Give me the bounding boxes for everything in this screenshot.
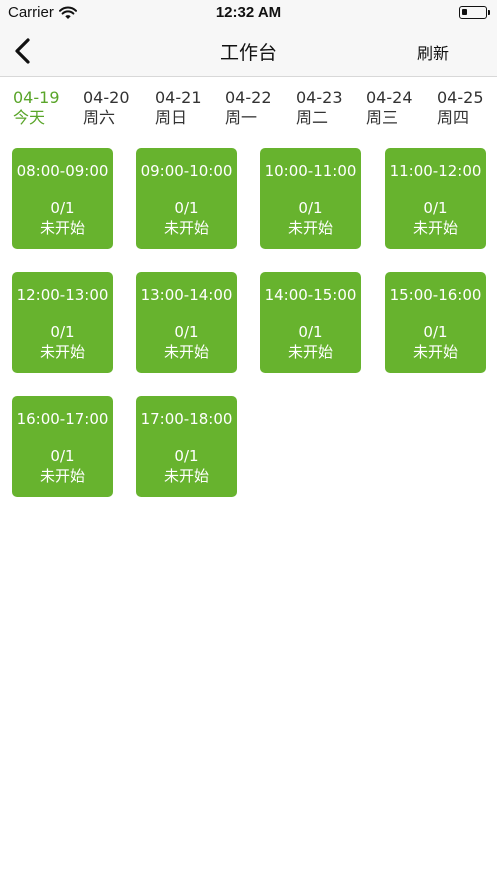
slot-status: 未开始 [412,343,458,361]
slot-status: 未开始 [163,219,209,237]
slot-count: 0/1 [50,199,75,217]
date-tab[interactable]: 04-25 周四 [437,88,495,128]
slot-count: 0/1 [423,199,448,217]
slot-status: 未开始 [163,343,209,361]
date-tab[interactable]: 04-20 周六 [83,88,141,128]
time-slot-card[interactable]: 16:00-17:00 0/1 未开始 [12,396,113,497]
date-tab[interactable]: 04-21 周日 [155,88,213,128]
date-tab-date: 04-23 [296,88,343,107]
slot-time-range: 15:00-16:00 [389,286,482,304]
slot-status: 未开始 [412,219,458,237]
slot-status: 未开始 [287,219,333,237]
time-slot-card[interactable]: 08:00-09:00 0/1 未开始 [12,148,113,249]
time-slot-card[interactable]: 10:00-11:00 0/1 未开始 [260,148,361,249]
slot-status: 未开始 [287,343,333,361]
slot-count: 0/1 [174,199,199,217]
slot-time-range: 09:00-10:00 [140,162,233,180]
status-time: 12:32 AM [215,4,282,21]
date-tab[interactable]: 04-24 周三 [366,88,424,128]
date-tab[interactable]: 04-19 今天 [13,88,71,128]
slot-status: 未开始 [163,467,209,485]
time-slot-card[interactable]: 17:00-18:00 0/1 未开始 [136,396,237,497]
slot-count: 0/1 [50,323,75,341]
slot-status: 未开始 [39,343,85,361]
refresh-button[interactable]: 刷新 [417,40,449,64]
date-tab-date: 04-22 [225,88,272,107]
slot-count: 0/1 [50,447,75,465]
date-tab-day: 周日 [155,108,188,127]
time-slot-card[interactable]: 11:00-12:00 0/1 未开始 [385,148,486,249]
slot-time-range: 13:00-14:00 [140,286,233,304]
battery-level [462,9,467,15]
slot-time-range: 17:00-18:00 [140,410,233,428]
date-tab[interactable]: 04-23 周二 [296,88,354,128]
slot-status: 未开始 [39,467,85,485]
slot-time-range: 12:00-13:00 [16,286,109,304]
date-tab-date: 04-21 [155,88,202,107]
time-slot-card[interactable]: 09:00-10:00 0/1 未开始 [136,148,237,249]
time-slot-card[interactable]: 15:00-16:00 0/1 未开始 [385,272,486,373]
battery-icon [459,6,490,19]
date-tab-date: 04-20 [83,88,130,107]
slot-time-range: 16:00-17:00 [16,410,109,428]
slot-time-range: 14:00-15:00 [264,286,357,304]
date-tab-day: 周一 [225,108,258,127]
date-tab[interactable]: 04-22 周一 [225,88,283,128]
slot-count: 0/1 [423,323,448,341]
date-tab-date: 04-25 [437,88,484,107]
slot-time-range: 11:00-12:00 [389,162,482,180]
slot-count: 0/1 [298,199,323,217]
slot-count: 0/1 [298,323,323,341]
date-tab-day: 周六 [83,108,116,127]
slot-count: 0/1 [174,447,199,465]
date-tab-day: 今天 [13,108,46,127]
slot-status: 未开始 [39,219,85,237]
time-slot-card[interactable]: 12:00-13:00 0/1 未开始 [12,272,113,373]
slot-time-range: 08:00-09:00 [16,162,109,180]
status-bar: Carrier 12:32 AM [0,0,497,26]
time-slot-card[interactable]: 13:00-14:00 0/1 未开始 [136,272,237,373]
date-tabs: 04-19 今天 04-20 周六 04-21 周日 04-22 周一 04-23 周二 04-24… [0,78,497,132]
date-tab-day: 周四 [437,108,470,127]
slot-time-range: 10:00-11:00 [264,162,357,180]
date-tab-day: 周二 [296,108,329,127]
slot-count: 0/1 [174,323,199,341]
date-tab-date: 04-19 [13,88,60,107]
nav-bar: 工作台 刷新 [0,26,497,77]
date-tab-day: 周三 [366,108,399,127]
date-tab-date: 04-24 [366,88,413,107]
time-slot-card[interactable]: 14:00-15:00 0/1 未开始 [260,272,361,373]
